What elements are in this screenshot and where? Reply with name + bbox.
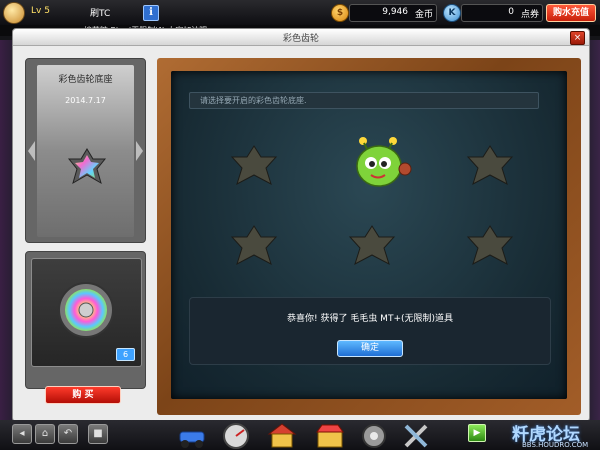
base-preview-date: 2014.7.17 (65, 96, 106, 105)
prev-arrow-icon[interactable] (28, 141, 35, 161)
watermark-url: BBS.HOUDRO.COM (522, 441, 589, 449)
gear-item-panel: 6 (25, 251, 146, 389)
coin-icon: $ (331, 4, 349, 22)
speedometer-icon[interactable] (220, 420, 252, 450)
gear-base-slot[interactable] (463, 143, 517, 187)
gear-base-slot[interactable] (227, 223, 281, 267)
k-coin-icon: K (443, 4, 461, 22)
avatar[interactable] (3, 2, 25, 24)
channel-icon[interactable]: ■ (88, 424, 108, 444)
reward-message: 恭喜你! 获得了 毛毛虫 MT+(无限制)道具 (286, 314, 454, 324)
window-title-bar: 彩色齿轮 (13, 29, 589, 46)
back-icon[interactable]: ◂ (12, 424, 32, 444)
gear-base-icon (67, 148, 107, 185)
top-bar: Lv 5 刷TC i $ 9,946 金币 K 0 点券 购水充值 (0, 0, 600, 26)
garage-icon[interactable] (266, 420, 298, 450)
shop-icon[interactable] (314, 420, 346, 450)
confirm-button[interactable]: 确定 (337, 340, 403, 357)
player-level: Lv 5 (31, 6, 50, 16)
blackboard: 请选择要开启的彩色齿轮底座. 恭喜你! 获得了 毛毛虫 MT+(无限制)道具 确… (171, 71, 567, 399)
gear-item-slot[interactable]: 6 (31, 258, 142, 367)
rainbow-gear-icon (58, 282, 114, 338)
gear-base-slot[interactable] (345, 223, 399, 267)
window-title: 彩色齿轮 (282, 34, 319, 44)
k-coin-unit: 点券 (520, 10, 539, 20)
gold-display: 9,946 金币 (349, 4, 437, 22)
kart-icon[interactable] (176, 420, 208, 450)
gold-unit: 金币 (414, 10, 433, 20)
reward-dialog: 恭喜你! 获得了 毛毛虫 MT+(无限制)道具 确定 (189, 297, 551, 365)
base-preview-panel: 彩色齿轮底座 2014.7.17 (25, 58, 146, 243)
arrow-back-icon[interactable]: ↶ (58, 424, 78, 444)
info-button[interactable]: i (143, 5, 159, 21)
tools-icon[interactable] (400, 420, 432, 450)
home-icon[interactable]: ⌂ (35, 424, 55, 444)
blackboard-frame: 请选择要开启的彩色齿轮底座. 恭喜你! 获得了 毛毛虫 MT+(无限制)道具 确… (157, 58, 581, 415)
base-preview-card: 彩色齿轮底座 2014.7.17 (37, 65, 134, 237)
exit-icon[interactable]: ▶ (468, 424, 486, 442)
gold-value: 9,946 (382, 7, 408, 17)
gear-base-slot[interactable] (227, 143, 281, 187)
buy-button[interactable]: 购 买 (45, 386, 121, 404)
k-coin-value: 0 (508, 7, 514, 17)
recharge-button[interactable]: 购水充值 (546, 4, 596, 22)
next-arrow-icon[interactable] (136, 141, 143, 161)
player-nickname: 刷TC (90, 9, 111, 19)
selection-hint-text: 请选择要开启的彩色齿轮底座. (200, 96, 307, 105)
gear-window: 彩色齿轮 × 彩色齿轮底座 2014.7.17 6 购 买 请选择要开启的彩色齿… (12, 28, 590, 422)
k-coin-display: 0 点券 (461, 4, 543, 22)
gear-settings-icon[interactable] (358, 420, 390, 450)
bottom-bar: ◂ ⌂ ↶ ■ ▶ 粁虎论坛 BBS.HOUDRO.COM (0, 420, 600, 450)
gear-base-slot[interactable] (463, 223, 517, 267)
caterpillar-reward-icon (356, 137, 412, 187)
item-count-badge: 6 (116, 348, 135, 361)
close-button[interactable]: × (570, 31, 585, 45)
base-preview-title: 彩色齿轮底座 (58, 75, 113, 85)
selection-hint: 请选择要开启的彩色齿轮底座. (189, 92, 539, 109)
